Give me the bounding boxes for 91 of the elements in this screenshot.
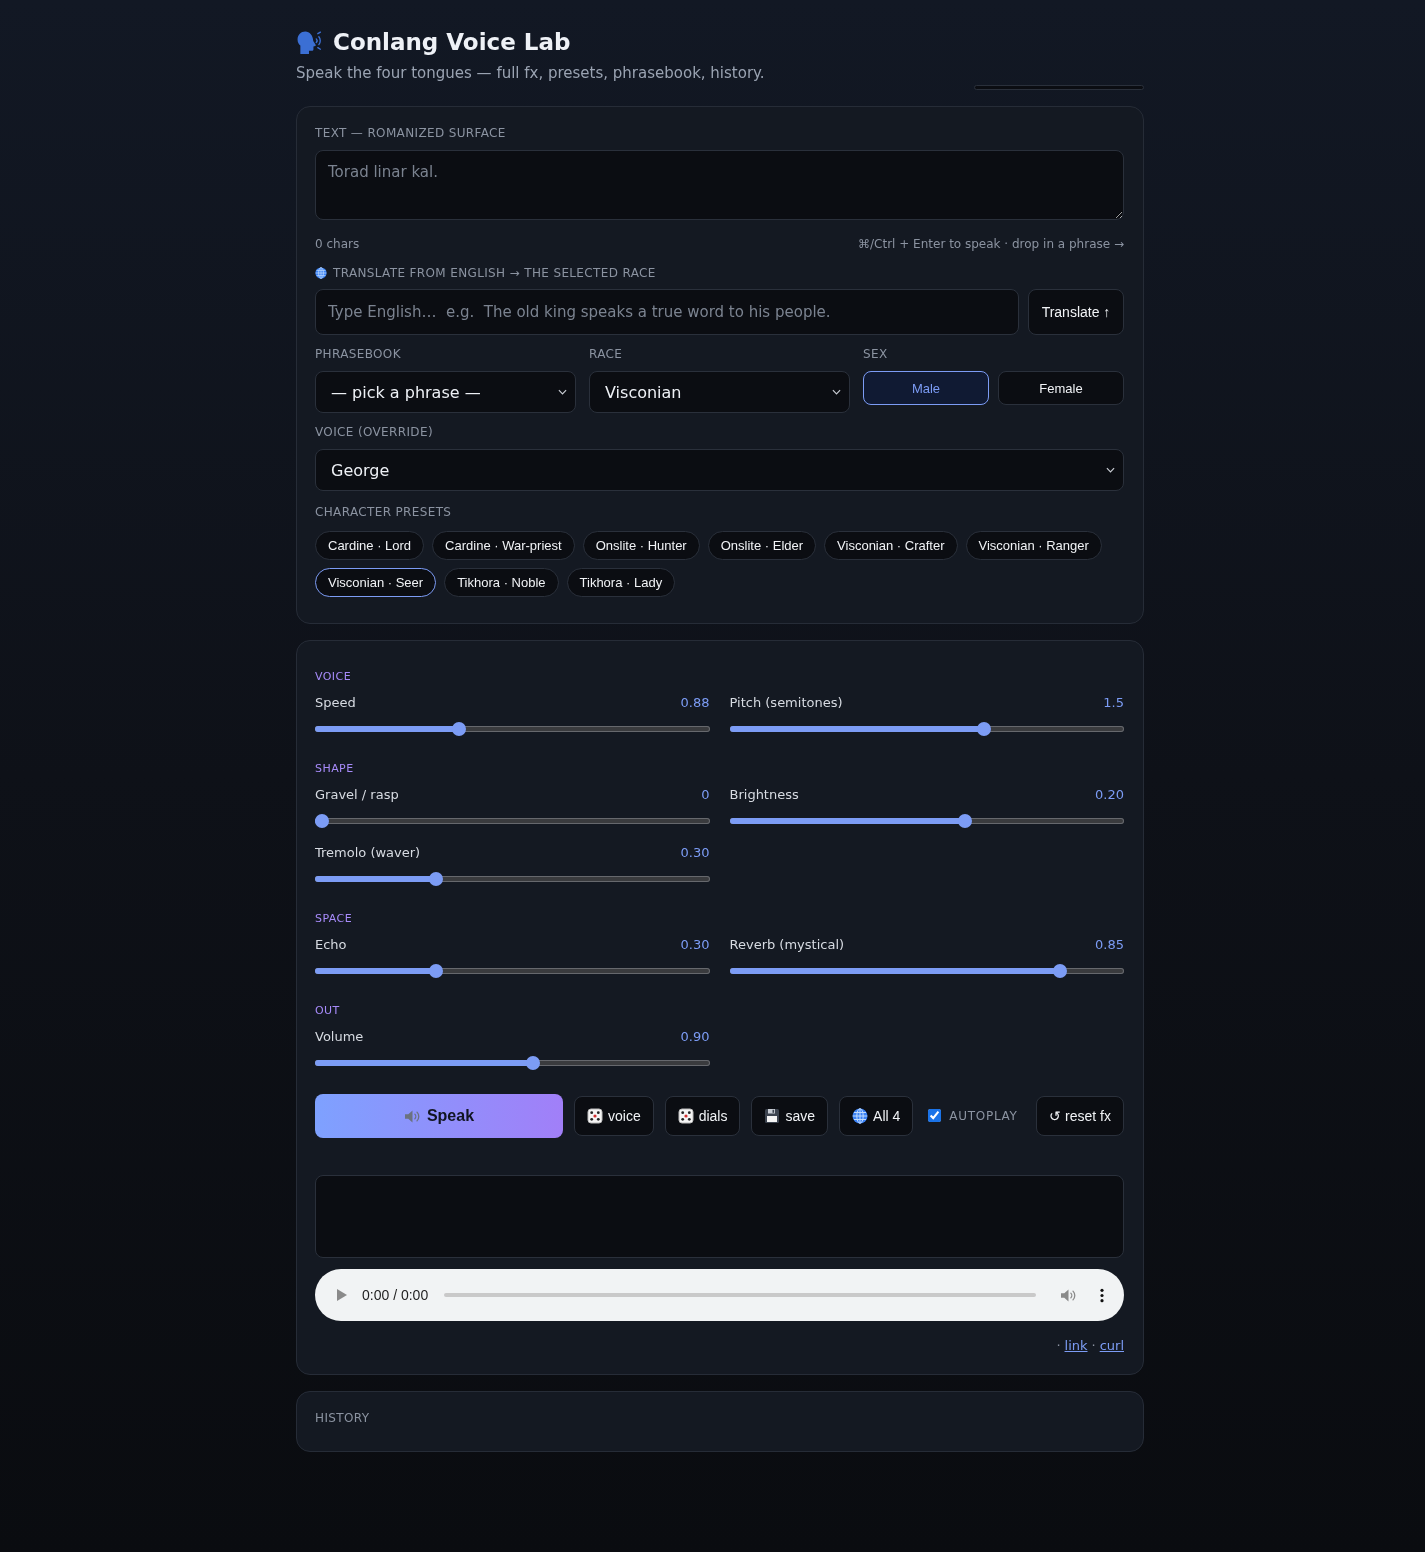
text-link[interactable]: curl — [1099, 1338, 1124, 1354]
volume-icon[interactable] — [1060, 1287, 1077, 1303]
slider-label: Pitch (semitones) — [729, 695, 843, 711]
chevron-down-icon — [1106, 467, 1115, 473]
text-link[interactable]: link — [1064, 1338, 1088, 1354]
field-label: CHARACTER PRESETS — [315, 504, 453, 520]
preset-chip[interactable]: Visconian · Seer — [315, 568, 437, 597]
slider-thumb[interactable] — [1052, 964, 1067, 978]
speaking-head-icon — [296, 30, 323, 55]
char-count: 0 chars — [315, 236, 360, 252]
tool-button[interactable]: All 4 — [839, 1096, 914, 1136]
slider-value: 0.20 — [1095, 787, 1124, 803]
slider-track[interactable] — [315, 964, 710, 978]
slider-thumb[interactable] — [429, 872, 444, 886]
field-label: SEX — [863, 346, 889, 362]
slider-thumb[interactable] — [526, 1056, 541, 1070]
preset-chip[interactable]: Onslite · Elder — [707, 531, 817, 560]
slider-value: 0.30 — [680, 845, 710, 861]
die-icon — [587, 1108, 603, 1124]
slider-track[interactable] — [315, 722, 710, 736]
slider-thumb[interactable] — [451, 722, 466, 736]
autoplay-label: AUTOPLAY — [949, 1109, 1018, 1123]
slider-track[interactable] — [729, 814, 1124, 828]
section-label: TEXT — ROMANIZED SURFACE — [315, 125, 507, 141]
field-label: PHRASEBOOK — [315, 346, 402, 362]
preset-chip[interactable]: Visconian · Crafter — [824, 531, 958, 560]
separator-text: · — [1091, 1338, 1096, 1354]
slider-label: Reverb (mystical) — [729, 937, 845, 953]
slider-value: 0.85 — [1095, 937, 1124, 953]
tool-button[interactable]: dials — [664, 1096, 741, 1136]
voice-select[interactable]: George — [315, 449, 1124, 491]
slider-value: 1.5 — [1103, 695, 1124, 711]
preset-chip[interactable]: Tikhora · Lady — [566, 568, 676, 597]
phrase-select[interactable]: — pick a phrase — — [315, 371, 576, 413]
speaker-icon — [403, 1108, 421, 1124]
play-icon[interactable] — [337, 1289, 347, 1301]
field-label: RACE — [589, 346, 624, 362]
slider-track[interactable] — [315, 1056, 710, 1070]
race-select[interactable]: Visconian — [589, 371, 850, 413]
group-heading: SPACE — [315, 911, 354, 927]
field-label: VOICE (OVERRIDE) — [315, 424, 434, 440]
slider-label: Speed — [315, 695, 356, 711]
playback-time: 0:00 / 0:00 — [362, 1287, 429, 1303]
tool-button[interactable]: save — [751, 1096, 829, 1136]
slider-label: Volume — [315, 1029, 364, 1045]
slider-track[interactable] — [315, 872, 710, 886]
english-input-field[interactable]: Type English… e.g. The old king speaks a true word to his people. — [315, 289, 1019, 335]
speak-button[interactable]: Speak — [315, 1094, 563, 1138]
group-heading: VOICE — [315, 669, 353, 685]
reset-fx-button[interactable]: ↺ reset fx — [1036, 1096, 1124, 1136]
progress-track[interactable] — [444, 1293, 1036, 1297]
app-title: Conlang Voice Lab — [333, 28, 571, 57]
more-options-icon[interactable] — [1100, 1287, 1104, 1303]
preset-chip[interactable]: Cardine · War-priest — [432, 531, 575, 560]
slider-value: 0.30 — [680, 937, 710, 953]
slider-thumb[interactable] — [957, 814, 972, 828]
separator-text: · — [1056, 1338, 1061, 1354]
slider-label: Brightness — [729, 787, 799, 803]
slider-label: Echo — [315, 937, 347, 953]
preset-chip[interactable]: Cardine · Lord — [315, 531, 425, 560]
globe-icon — [315, 267, 327, 279]
slider-label: Gravel / rasp — [315, 787, 399, 803]
die-icon — [677, 1108, 694, 1124]
sex-toggle-button[interactable]: Female — [998, 371, 1124, 405]
slider-label: Tremolo (waver) — [315, 845, 421, 861]
translate-button[interactable]: Translate ↑ — [1028, 289, 1124, 335]
section-label: HISTORY — [315, 1410, 371, 1426]
slider-thumb[interactable] — [315, 814, 329, 828]
keyboard-hint: ⌘/Ctrl + Enter to speak · drop in a phrase → — [858, 236, 1124, 252]
autoplay-checkbox[interactable] — [928, 1109, 942, 1122]
preset-chip[interactable]: Tikhora · Noble — [444, 568, 559, 597]
app-subtitle: Speak the four tongues — full fx, presets, phrasebook, history. — [296, 63, 766, 83]
slider-thumb[interactable] — [976, 722, 991, 736]
preset-chip[interactable]: Visconian · Ranger — [965, 531, 1102, 560]
sex-toggle-button[interactable]: Male — [863, 371, 989, 405]
chevron-down-icon — [558, 389, 567, 395]
slider-track[interactable] — [315, 814, 710, 828]
group-heading: SHAPE — [315, 761, 355, 777]
tool-button[interactable]: voice — [574, 1096, 654, 1136]
globe-icon — [852, 1108, 869, 1124]
preset-chip[interactable]: Onslite · Hunter — [582, 531, 700, 560]
chevron-down-icon — [832, 389, 841, 395]
slider-thumb[interactable] — [429, 964, 444, 978]
slider-value: 0.90 — [680, 1029, 710, 1045]
slider-value: 0.88 — [680, 695, 710, 711]
section-label: TRANSLATE FROM ENGLISH → THE SELECTED RACE — [333, 265, 656, 281]
slider-track[interactable] — [729, 964, 1124, 978]
slider-track[interactable] — [729, 722, 1124, 736]
text-area[interactable]: Torad linar kal. — [315, 150, 1124, 220]
group-heading: OUT — [315, 1003, 341, 1019]
slider-value: 0 — [701, 787, 710, 803]
